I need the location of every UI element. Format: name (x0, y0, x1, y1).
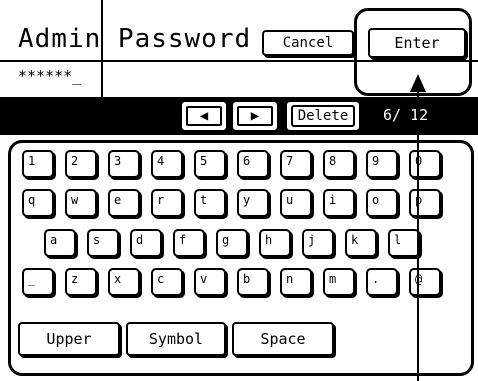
arrow-head-enter (410, 74, 426, 92)
annotation-arrows (93, 0, 426, 381)
